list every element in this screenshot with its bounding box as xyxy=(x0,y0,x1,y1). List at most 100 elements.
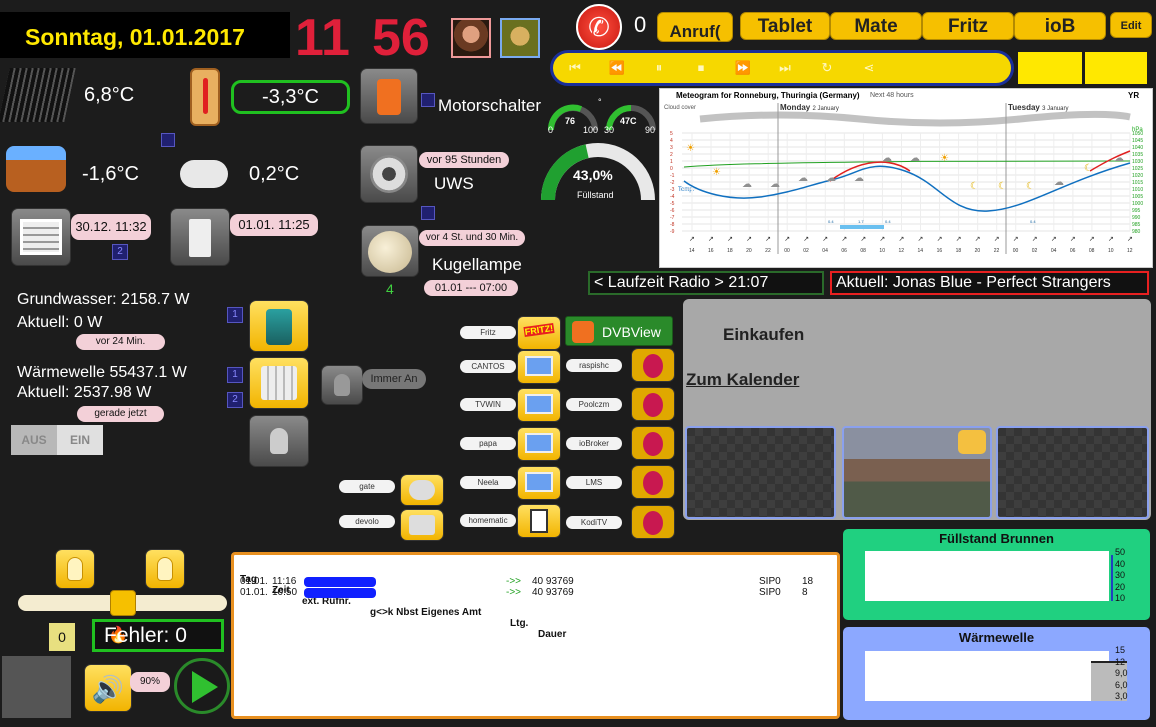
edit-button[interactable]: Edit xyxy=(1110,12,1152,38)
header-nbst: g<>k Nbst Eigenes Amt xyxy=(370,607,482,618)
raspberry-button-4[interactable] xyxy=(631,465,675,499)
waermewelle-chart[interactable]: Wärmewelle 15 12 9,0 6,0 3,0 xyxy=(843,627,1150,720)
tab-mate[interactable]: Mate xyxy=(830,12,922,40)
weather-icon: ☁ xyxy=(826,173,836,184)
stop-icon[interactable]: ⏹ xyxy=(684,60,718,76)
status-square-1[interactable] xyxy=(161,133,175,147)
hour-tick: 16 xyxy=(708,248,714,254)
raspberry-button-2[interactable] xyxy=(631,387,675,421)
volume-button[interactable]: 🔊 xyxy=(84,664,132,712)
dvbview-button[interactable]: DVBView xyxy=(565,316,673,346)
weather-icon: ☁ xyxy=(854,173,864,184)
device-button-2[interactable] xyxy=(517,388,561,422)
avatar-1[interactable] xyxy=(451,18,491,58)
blank-tile[interactable] xyxy=(2,656,71,718)
garage-button[interactable] xyxy=(11,208,71,266)
camera-3[interactable] xyxy=(996,426,1149,519)
call-row[interactable]: 01.01. 11:16 ->> 40 93769 SIP0 18 xyxy=(240,576,830,587)
bulb-button-1[interactable] xyxy=(55,549,95,589)
avatar-2[interactable] xyxy=(500,18,540,58)
tab-tablet[interactable]: Tablet xyxy=(740,12,830,40)
gauge-2-max: 90 xyxy=(645,125,656,135)
camera-2[interactable] xyxy=(842,426,992,519)
aus-ein-toggle[interactable]: AUS EIN xyxy=(11,425,103,455)
yellow-box-2[interactable] xyxy=(1085,52,1147,84)
bulb-button-2[interactable] xyxy=(145,549,185,589)
device-label-5: homematic xyxy=(460,514,516,527)
waermewelle-chart-title: Wärmewelle xyxy=(958,630,1035,645)
call-direction: ->> xyxy=(506,587,522,598)
waermewelle-now: Aktuell: 2537.98 W xyxy=(17,384,152,401)
device-button-far-0[interactable] xyxy=(400,474,444,506)
device-button-5[interactable] xyxy=(517,504,561,538)
waermewelle-badge-1[interactable]: 1 xyxy=(227,367,243,383)
meteogram[interactable]: Meteogram for Ronneburg, Thuringia (Germ… xyxy=(659,88,1153,268)
temp-tick: -8 xyxy=(670,222,675,228)
anruf-button[interactable]: Anruf( xyxy=(657,12,733,42)
gauge-2-value: 47C xyxy=(620,116,637,126)
pump-button[interactable] xyxy=(249,300,309,352)
precip-label: 0.4 xyxy=(828,219,834,224)
hour-tick: 10 xyxy=(1108,248,1114,254)
rewind-icon[interactable]: ⏪ xyxy=(600,60,634,76)
raspberry-button-5[interactable] xyxy=(631,505,675,539)
device-button-0[interactable]: FRITZ! xyxy=(517,316,561,350)
device-button-3[interactable] xyxy=(517,427,561,461)
motorschalter-button[interactable] xyxy=(360,68,418,124)
devolo-icon xyxy=(409,515,435,535)
pressure-tick: 1050 xyxy=(1132,131,1143,137)
garage-badge[interactable]: 2 xyxy=(112,244,128,260)
temp-tick: -6 xyxy=(670,208,675,214)
dimmer-thumb[interactable] xyxy=(109,590,136,616)
tab-fritz[interactable]: Fritz xyxy=(922,12,1014,40)
call-row[interactable]: 01.01. 10:50 ->> 40 93769 SIP0 8 xyxy=(240,587,830,598)
waermewelle-badge-2[interactable]: 2 xyxy=(227,392,243,408)
first-track-icon[interactable]: ⏮ xyxy=(558,60,592,76)
call-zeit: 10:50 xyxy=(272,587,298,598)
raspberry-button-1[interactable] xyxy=(631,348,675,382)
pause-icon[interactable]: ⏸ xyxy=(642,60,676,76)
brunnen-chart[interactable]: Füllstand Brunnen 50 40 30 20 10 xyxy=(843,529,1150,620)
immer-an-button[interactable] xyxy=(321,365,363,405)
device-label-3: papa xyxy=(460,437,516,450)
camera-1[interactable] xyxy=(685,426,836,519)
wind-arrow: ↗ xyxy=(898,236,904,243)
wind-arrow: ↗ xyxy=(937,236,943,243)
raspberry-button-3[interactable] xyxy=(631,426,675,460)
share-icon[interactable]: ⋖ xyxy=(852,60,886,76)
yellow-box-1[interactable] xyxy=(1018,52,1082,84)
hour-tick: 00 xyxy=(784,248,790,254)
call-list[interactable]: Tag Zeit ext. Rufnr. g<>k Nbst Eigenes A… xyxy=(231,552,840,719)
repeat-icon[interactable]: ↻ xyxy=(810,60,844,76)
einkaufen-label[interactable]: Einkaufen xyxy=(723,325,804,345)
device-label-0: Fritz xyxy=(460,326,516,339)
camera-switch-icon[interactable] xyxy=(958,430,986,454)
phone-icon[interactable]: ✆ xyxy=(576,4,622,50)
light-button[interactable] xyxy=(249,415,309,467)
gauge-1-min: 0 xyxy=(548,125,554,135)
hour-tick: 12 xyxy=(1127,248,1133,254)
weather-icon: ☁ xyxy=(1114,153,1124,164)
device-button-4[interactable] xyxy=(517,466,561,500)
play-button[interactable] xyxy=(174,658,230,714)
heater-button[interactable] xyxy=(249,357,309,409)
uws-button[interactable] xyxy=(360,145,418,203)
last-track-icon[interactable]: ⏭ xyxy=(768,60,802,76)
wind-arrow: ↗ xyxy=(1108,236,1114,243)
forward-icon[interactable]: ⏩ xyxy=(726,60,760,76)
radiator-icon xyxy=(261,366,297,400)
outside-temp-box: -3,3°C xyxy=(231,80,350,114)
kugellampe-schedule: 01.01 --- 07:00 xyxy=(424,280,518,296)
device-button-1[interactable] xyxy=(517,350,561,384)
grundwasser-badge[interactable]: 1 xyxy=(227,307,243,323)
device-button-far-1[interactable] xyxy=(400,509,444,541)
door-button[interactable] xyxy=(170,208,230,266)
tab-iob[interactable]: ioB xyxy=(1014,12,1106,40)
uws-status-square[interactable] xyxy=(421,206,435,220)
computer-icon xyxy=(525,433,553,453)
wind-arrow: ↗ xyxy=(975,236,981,243)
motor-status-square[interactable] xyxy=(421,93,435,107)
hour-tick: 12 xyxy=(898,248,904,254)
kalender-link[interactable]: Zum Kalender xyxy=(686,370,799,390)
kugellampe-button[interactable] xyxy=(361,225,419,277)
